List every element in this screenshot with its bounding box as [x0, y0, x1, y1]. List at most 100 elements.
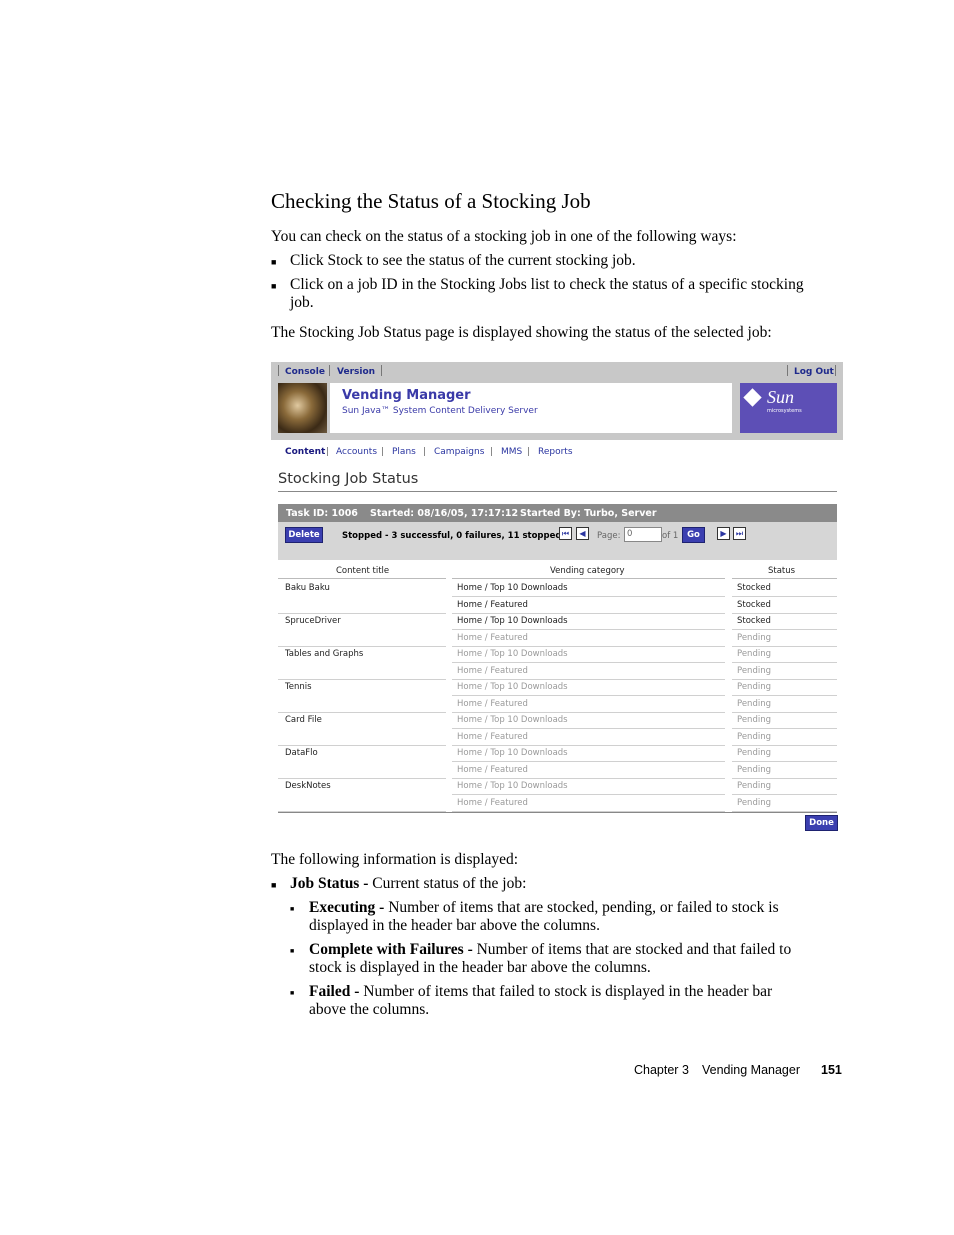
nav-reports[interactable]: Reports — [538, 447, 573, 457]
bullet-icon: ■ — [271, 281, 277, 291]
term: Executing - — [309, 899, 385, 916]
following-text: The following information is displayed: — [271, 851, 519, 868]
row-divider — [452, 711, 725, 713]
vending-category-cell: Home / Top 10 Downloads — [457, 781, 568, 791]
nav-separator: | — [326, 447, 330, 457]
app-title: Vending Manager — [342, 388, 471, 403]
bullet-icon: ■ — [271, 257, 277, 267]
row-divider — [452, 662, 725, 663]
row-divider — [732, 761, 837, 762]
page-number: 151 — [821, 1063, 842, 1077]
row-divider — [732, 596, 837, 597]
console-link[interactable]: Console — [285, 367, 325, 377]
bullet-icon: ■ — [271, 880, 277, 890]
status-cell: Pending — [737, 665, 771, 676]
row-divider — [278, 612, 446, 614]
vending-category-cell: Home / Top 10 Downloads — [457, 748, 568, 758]
separator — [787, 365, 788, 376]
column-header[interactable]: Vending category — [550, 566, 625, 576]
nav-campaigns[interactable]: Campaigns — [434, 447, 484, 457]
row-divider — [732, 711, 837, 713]
app-banner: Vending Manager Sun Java™ System Content… — [330, 383, 732, 433]
description: Number of items that failed to stock is … — [363, 983, 773, 1000]
stocking-job-screenshot: Console Version Log Out Vending Manager … — [271, 362, 843, 838]
failed-item: Failed - Number of items that failed to … — [309, 983, 772, 1001]
header-divider — [278, 578, 446, 579]
row-divider — [452, 695, 725, 696]
column-header[interactable]: Status — [768, 566, 795, 576]
sun-logo: Sun microsystems — [740, 383, 837, 433]
status-cell: Stocked — [737, 616, 771, 626]
bullet-icon: ■ — [290, 905, 295, 913]
status-cell: Pending — [737, 731, 771, 742]
first-page-icon[interactable]: ⏮ — [559, 527, 572, 540]
product-image — [278, 383, 327, 433]
nav-accounts[interactable]: Accounts — [336, 447, 377, 457]
last-page-icon[interactable]: ⏭ — [733, 527, 746, 540]
intro-text: You can check on the status of a stockin… — [271, 228, 737, 245]
vending-category-cell: Home / Featured — [457, 764, 528, 775]
go-button[interactable]: Go — [682, 527, 705, 543]
way-1: Click Stock to see the status of the cur… — [290, 252, 636, 269]
vending-category-cell: Home / Featured — [457, 632, 528, 643]
vending-category-cell: Home / Featured — [457, 698, 528, 709]
sun-logo-subtext: microsystems — [767, 408, 802, 414]
status-cell: Pending — [737, 764, 771, 775]
description: Number of items that are stocked and tha… — [476, 941, 792, 958]
vending-category-cell: Home / Featured — [457, 599, 528, 610]
delete-button[interactable]: Delete — [285, 527, 323, 543]
table-bottom-rule — [278, 812, 837, 813]
nav-separator: | — [527, 447, 531, 457]
vending-category-cell: Home / Top 10 Downloads — [457, 682, 568, 692]
nav-separator: | — [423, 447, 427, 457]
done-button[interactable]: Done — [805, 815, 838, 831]
row-divider — [732, 695, 837, 696]
status-cell: Stocked — [737, 583, 771, 593]
term: Job Status - — [290, 875, 369, 892]
row-divider — [278, 645, 446, 647]
page-label: Page: — [597, 531, 621, 541]
separator — [381, 365, 382, 376]
content-title-cell: DataFlo — [285, 748, 318, 758]
row-divider — [452, 794, 725, 795]
nav-separator: | — [381, 447, 385, 457]
content-title-cell: Baku Baku — [285, 583, 330, 593]
row-divider — [452, 629, 725, 630]
nav-plans[interactable]: Plans — [392, 447, 416, 457]
page-input[interactable]: 0 — [624, 527, 662, 542]
stopped-message: Stopped - 3 successful, 0 failures, 11 s… — [342, 531, 565, 541]
next-page-icon[interactable]: ▶ — [717, 527, 730, 540]
complete-failures-item-cont: stock is displayed in the header bar abo… — [309, 959, 651, 976]
row-divider — [732, 794, 837, 795]
description: Current status of the job: — [372, 875, 527, 892]
row-divider — [732, 629, 837, 630]
row-divider — [452, 744, 725, 746]
row-divider — [278, 744, 446, 746]
logout-link[interactable]: Log Out — [794, 367, 834, 377]
job-status-item: Job Status - Current status of the job: — [290, 875, 526, 893]
started-by: Started By: Turbo, Server — [520, 508, 657, 519]
vending-category-cell: Home / Featured — [457, 797, 528, 808]
header-divider — [452, 578, 725, 579]
failed-item-cont: above the columns. — [309, 1001, 430, 1018]
page-title: Stocking Job Status — [278, 471, 419, 487]
row-divider — [452, 761, 725, 762]
row-divider — [278, 777, 446, 779]
status-cell: Stocked — [737, 599, 771, 610]
content-title-cell: Tables and Graphs — [285, 649, 364, 659]
row-divider — [452, 645, 725, 647]
footer-chapter: Chapter 3 — [634, 1063, 689, 1077]
nav-mms[interactable]: MMS — [501, 447, 522, 457]
footer-section: Vending Manager — [702, 1063, 800, 1077]
column-header[interactable]: Content title — [336, 566, 389, 576]
status-cell: Pending — [737, 715, 771, 725]
version-link[interactable]: Version — [337, 367, 375, 377]
row-divider — [732, 678, 837, 680]
way-2: Click on a job ID in the Stocking Jobs l… — [290, 276, 804, 293]
row-divider — [278, 678, 446, 680]
nav-content[interactable]: Content — [285, 447, 325, 457]
previous-page-icon[interactable]: ◀ — [576, 527, 589, 540]
row-divider — [452, 678, 725, 680]
bullet-icon: ■ — [290, 947, 295, 955]
status-cell: Pending — [737, 682, 771, 692]
